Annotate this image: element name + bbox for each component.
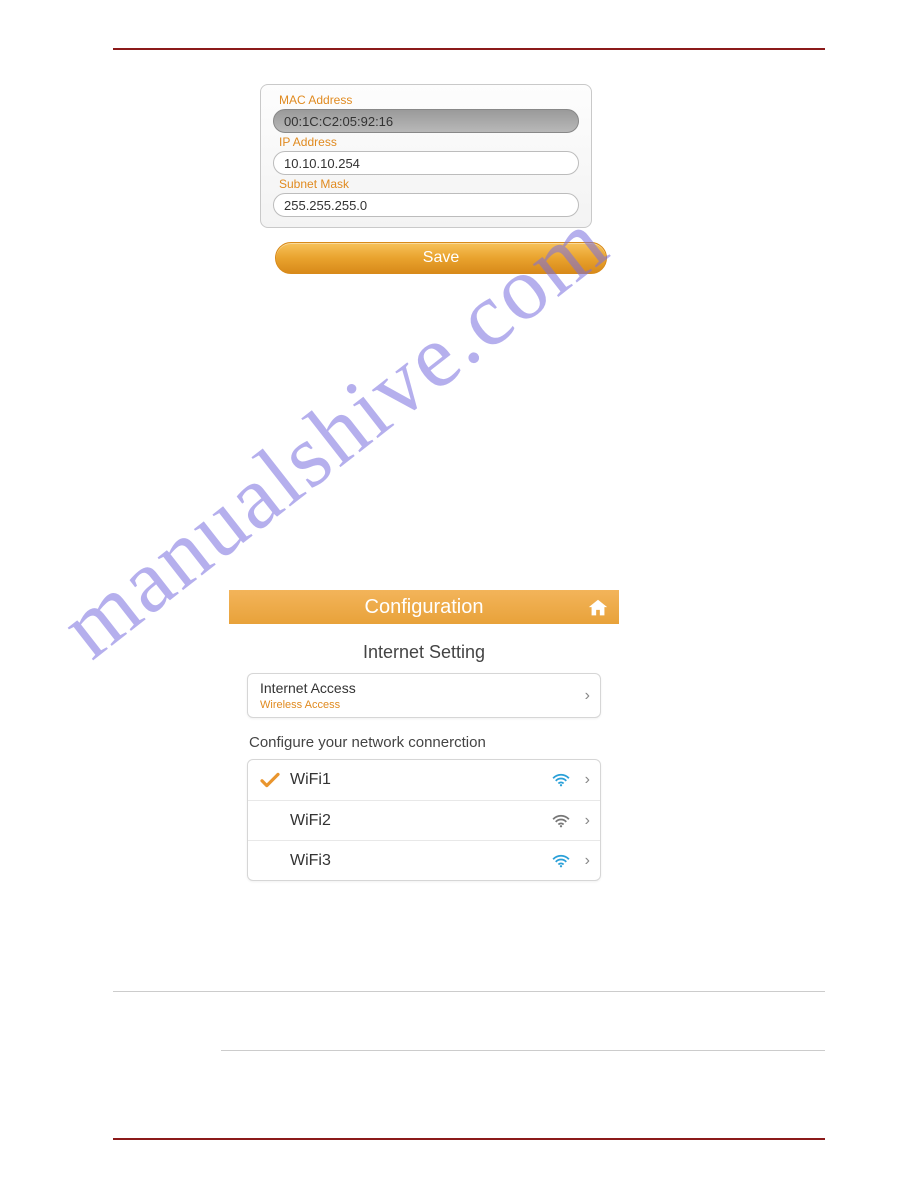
internet-access-label: Internet Access <box>260 680 356 696</box>
mac-address-field <box>273 109 579 133</box>
wifi-name: WiFi3 <box>290 852 331 870</box>
section-divider-1 <box>113 991 825 992</box>
wifi-name: WiFi2 <box>290 812 331 830</box>
chevron-right-icon: › <box>585 771 590 789</box>
wifi-row-wifi3[interactable]: WiFi3 › <box>248 840 600 880</box>
internet-access-card: Internet Access Wireless Access › <box>247 673 601 718</box>
configuration-screen: Configuration Internet Setting Internet … <box>229 590 619 881</box>
home-icon[interactable] <box>587 596 609 618</box>
section-divider-2 <box>221 1050 825 1051</box>
wifi-row-wifi2[interactable]: WiFi2 › <box>248 800 600 840</box>
subnet-mask-label: Subnet Mask <box>279 177 579 191</box>
save-button[interactable]: Save <box>275 242 607 274</box>
wifi-signal-icon <box>552 854 570 868</box>
ip-address-field[interactable] <box>273 151 579 175</box>
chevron-right-icon: › <box>585 812 590 830</box>
wifi-list: WiFi1 › WiFi2 › WiFi3 › <box>247 759 601 881</box>
page-bottom-rule <box>113 1138 825 1140</box>
mac-address-label: MAC Address <box>279 93 579 107</box>
chevron-right-icon: › <box>585 852 590 870</box>
page-top-rule <box>113 48 825 50</box>
wifi-row-wifi1[interactable]: WiFi1 › <box>248 760 600 800</box>
internet-access-sublabel: Wireless Access <box>260 699 356 711</box>
network-settings-card: MAC Address IP Address Subnet Mask <box>260 84 592 228</box>
config-header: Configuration <box>229 590 619 624</box>
wifi-signal-icon <box>552 814 570 828</box>
chevron-right-icon: › <box>585 687 590 705</box>
wifi-name: WiFi1 <box>290 771 331 789</box>
config-header-title: Configuration <box>365 596 484 618</box>
check-icon <box>260 772 280 788</box>
internet-setting-title: Internet Setting <box>229 642 619 663</box>
subnet-mask-field[interactable] <box>273 193 579 217</box>
configure-network-title: Configure your network connerction <box>249 734 619 751</box>
internet-access-row[interactable]: Internet Access Wireless Access › <box>248 674 600 717</box>
ip-address-label: IP Address <box>279 135 579 149</box>
wifi-signal-icon <box>552 773 570 787</box>
